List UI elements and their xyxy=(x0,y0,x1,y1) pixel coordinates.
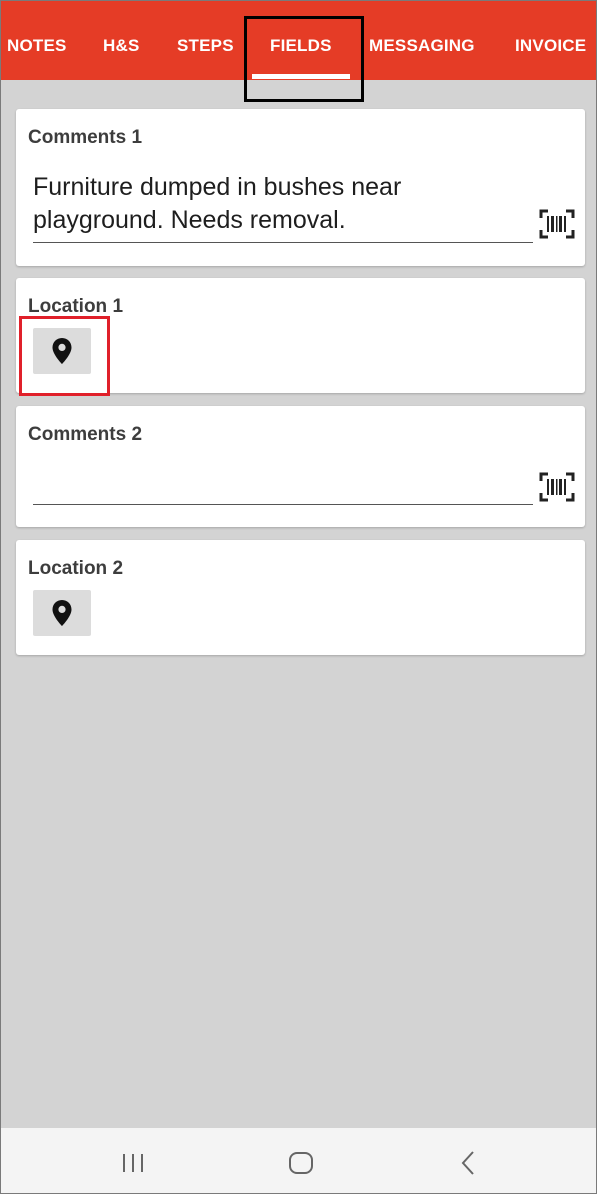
comments-1-card: Comments 1 Furniture dumped in bushes ne… xyxy=(16,109,585,266)
barcode-scan-button[interactable] xyxy=(539,209,575,239)
recent-apps-button[interactable] xyxy=(118,1148,148,1178)
barcode-scan-button-2[interactable] xyxy=(539,472,575,502)
tab-invoice[interactable]: INVOICE xyxy=(515,35,586,57)
home-button[interactable] xyxy=(286,1148,316,1178)
tab-bar: NOTES H&S STEPS FIELDS MESSAGING INVOICE xyxy=(1,1,596,80)
recent-apps-icon xyxy=(123,1154,143,1172)
location-1-card: Location 1 xyxy=(16,278,585,393)
system-nav-bar xyxy=(1,1128,596,1193)
location-2-label: Location 2 xyxy=(28,558,124,579)
comments-1-input[interactable]: Furniture dumped in bushes near playgrou… xyxy=(33,171,533,243)
back-icon xyxy=(461,1151,474,1175)
map-marker-icon xyxy=(52,338,72,364)
barcode-scan-icon xyxy=(539,209,575,239)
comments-1-label: Comments 1 xyxy=(28,127,143,148)
back-button[interactable] xyxy=(453,1148,483,1178)
location-2-button[interactable] xyxy=(33,590,91,636)
map-marker-icon xyxy=(52,600,72,626)
location-1-button[interactable] xyxy=(33,328,91,374)
location-1-label: Location 1 xyxy=(28,296,124,317)
comments-2-card: Comments 2 xyxy=(16,406,585,527)
tab-steps[interactable]: STEPS xyxy=(177,35,234,57)
home-icon xyxy=(289,1152,313,1174)
app-screen: NOTES H&S STEPS FIELDS MESSAGING INVOICE… xyxy=(0,0,597,1194)
tab-h-and-s[interactable]: H&S xyxy=(103,35,140,57)
tab-fields[interactable]: FIELDS xyxy=(270,35,332,57)
tab-notes[interactable]: NOTES xyxy=(7,35,67,57)
comments-2-label: Comments 2 xyxy=(28,424,143,445)
location-2-card: Location 2 xyxy=(16,540,585,655)
comments-2-input[interactable] xyxy=(33,470,533,505)
active-tab-indicator xyxy=(252,74,350,79)
tab-messaging[interactable]: MESSAGING xyxy=(369,35,475,57)
barcode-scan-icon xyxy=(539,472,575,502)
